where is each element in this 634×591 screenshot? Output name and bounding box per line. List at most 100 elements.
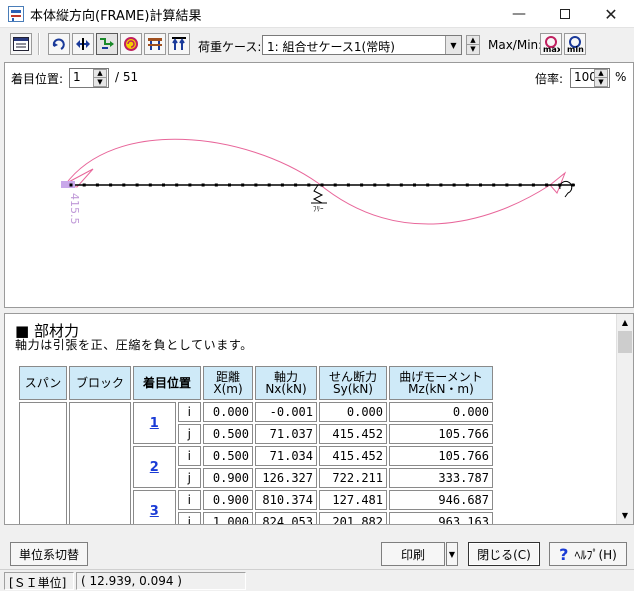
rotate-view-button[interactable] <box>48 33 70 55</box>
close-button[interactable]: 閉じる(C) <box>468 542 540 566</box>
scale-label: 倍率: <box>535 72 564 86</box>
reaction-button[interactable] <box>168 33 190 55</box>
app-icon <box>8 6 24 22</box>
right-end-arrow <box>549 171 567 194</box>
position-spinner[interactable]: ▲ ▼ <box>93 69 107 87</box>
block-cell <box>69 402 131 524</box>
title-bar: 本体縦方向(FRAME)計算結果 — ✕ <box>0 0 634 28</box>
down-arrow-icon[interactable]: ▼ <box>94 78 106 86</box>
point-cell: 1 <box>133 402 176 444</box>
maxmin-label: Max/Min: <box>488 38 543 52</box>
load-case-value: 1: 組合せケース1(常時) <box>267 40 395 54</box>
scale-unit: % <box>615 70 627 84</box>
max-button[interactable]: max <box>540 33 562 55</box>
beam-node <box>201 183 205 187</box>
maximize-button[interactable] <box>542 0 588 28</box>
beam-node <box>452 183 456 187</box>
beam-node <box>82 183 86 187</box>
axial-cell: 824.053 <box>255 512 317 524</box>
distance-cell: 0.500 <box>203 424 253 444</box>
member-force-button[interactable] <box>144 33 166 55</box>
help-label: ﾍﾙﾌﾟ(H) <box>574 547 617 562</box>
header-axial: 軸力 Nx(kN) <box>255 366 317 400</box>
beam-node <box>214 183 218 187</box>
axial-cell: 810.374 <box>255 490 317 510</box>
section-description: 軸力は引張を正、圧縮を負としています。 <box>15 338 253 352</box>
end-cell: i <box>177 402 201 422</box>
min-text: min <box>567 45 584 53</box>
beam-node <box>492 183 496 187</box>
end-cell: j <box>177 512 201 524</box>
beam-node <box>109 183 113 187</box>
beam-node <box>241 183 245 187</box>
unit-switch-button[interactable]: 単位系切替 <box>10 542 88 566</box>
fit-width-button[interactable] <box>72 33 94 55</box>
unit-status: [ＳＩ単位] <box>4 572 74 590</box>
moment-cell: 0.000 <box>389 402 493 422</box>
min-button[interactable]: min <box>564 33 586 55</box>
beam-node <box>545 183 549 187</box>
scroll-down-icon[interactable]: ▼ <box>617 507 633 524</box>
beam-node <box>505 183 509 187</box>
load-case-select[interactable]: 1: 組合せケース1(常時) ▼ <box>262 35 462 55</box>
moment-cell: 963.163 <box>389 512 493 524</box>
distance-cell: 0.900 <box>203 468 253 488</box>
position-total: / 51 <box>115 70 139 84</box>
print-button[interactable]: 印刷 <box>381 542 445 566</box>
point-link-1[interactable]: 1 <box>150 416 159 431</box>
frame-member-icon <box>148 38 162 50</box>
help-button[interactable]: ? ﾍﾙﾌﾟ(H) <box>549 542 627 566</box>
deformation-button[interactable] <box>96 33 118 55</box>
deformation-icon <box>100 38 114 49</box>
close-icon: ✕ <box>604 4 618 24</box>
beam-node <box>558 183 562 187</box>
distance-cell: 0.900 <box>203 490 253 510</box>
diagram-panel[interactable]: 着目位置: 1 ▲ ▼ / 51 倍率: 100 ▲ ▼ % ﾌﾘｰ 415.5 <box>4 62 634 308</box>
header-shear: せん断力 Sy(kN) <box>319 366 387 400</box>
down-arrow-icon[interactable]: ▼ <box>467 45 479 54</box>
beam-node <box>413 183 416 187</box>
end-cell: j <box>177 424 201 444</box>
beam-node <box>373 183 377 187</box>
results-scrollbar[interactable]: ▲ ▼ <box>616 314 633 524</box>
end-cell: j <box>177 468 201 488</box>
beam-node <box>162 183 165 187</box>
minimize-button[interactable]: — <box>496 0 542 28</box>
right-end-curl <box>559 180 573 198</box>
point-link-3[interactable]: 3 <box>150 504 159 519</box>
print-dropdown-button[interactable]: ▼ <box>446 542 458 566</box>
frame-diagram: ﾌﾘｰ 415.5 <box>61 138 575 225</box>
beam-node <box>531 183 535 187</box>
close-window-button[interactable]: ✕ <box>588 0 634 28</box>
beam-node <box>479 183 482 187</box>
scale-spinner[interactable]: ▲ ▼ <box>594 69 608 87</box>
point-cell: 3 <box>133 490 176 524</box>
scroll-thumb[interactable] <box>618 331 632 353</box>
scroll-up-icon[interactable]: ▲ <box>617 314 633 331</box>
dropdown-arrow-icon: ▼ <box>448 549 456 559</box>
load-case-spinner[interactable]: ▲ ▼ <box>466 35 480 55</box>
beam-node <box>135 183 139 187</box>
end-cell: i <box>177 446 201 466</box>
axial-cell: -0.001 <box>255 402 317 422</box>
dropdown-arrow-icon[interactable]: ▼ <box>445 36 461 54</box>
beam-node <box>228 183 231 187</box>
point-link-2[interactable]: 2 <box>150 460 159 475</box>
data-list-button[interactable] <box>10 33 32 55</box>
beam-node <box>439 183 443 187</box>
beam-node <box>280 183 284 187</box>
left-moment-marker <box>61 181 75 188</box>
header-axial-unit: Nx(kN) <box>265 382 307 396</box>
beam-node <box>386 183 390 187</box>
up-arrow-icon[interactable]: ▲ <box>595 70 607 78</box>
down-arrow-icon[interactable]: ▼ <box>595 78 607 86</box>
moment-diagram-button[interactable] <box>120 33 142 55</box>
maximize-icon <box>560 9 570 19</box>
up-arrow-icon[interactable]: ▲ <box>94 70 106 78</box>
up-arrow-icon[interactable]: ▲ <box>467 36 479 45</box>
header-moment: 曲げモーメント Mz(kN・m) <box>389 366 493 400</box>
beam-node <box>175 183 179 187</box>
beam-node <box>254 183 258 187</box>
beam-node <box>346 183 350 187</box>
distance-cell: 0.500 <box>203 446 253 466</box>
